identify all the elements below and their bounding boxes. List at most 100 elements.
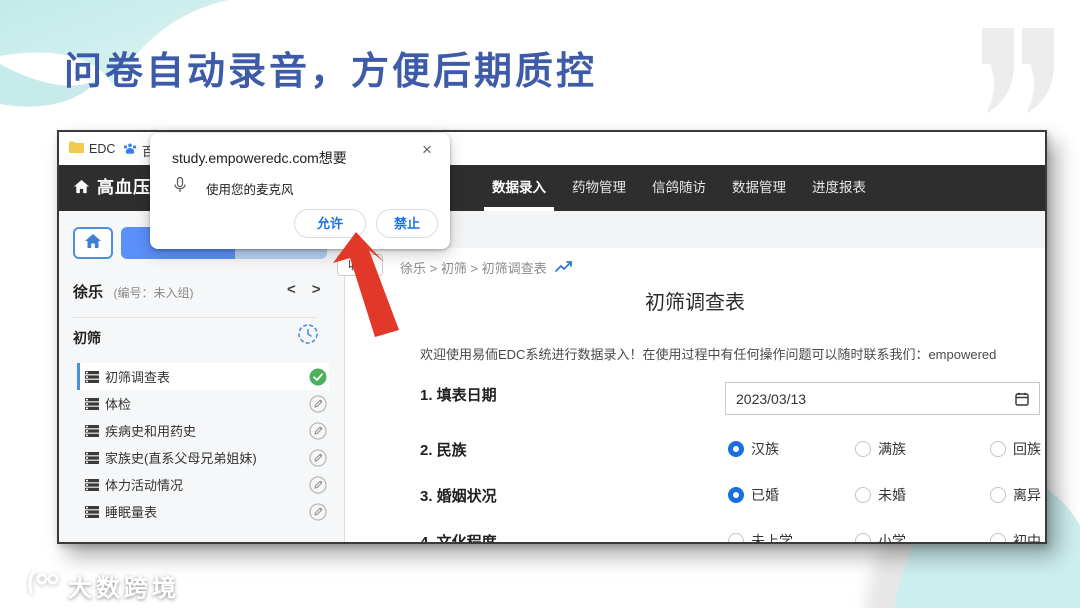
- radio-option-label: 初中: [1013, 533, 1041, 544]
- form-list: 初筛调查表体检疾病史和用药史家族史(直系父母兄弟姐妹) 体力活动情况 睡眠量表: [77, 363, 329, 525]
- form-icon: [85, 370, 99, 383]
- radio-option-label: 已婚: [751, 487, 779, 503]
- radio-option-label: 小学: [878, 533, 906, 544]
- question-row: 3. 婚姻状况 已婚 未婚 离异: [345, 483, 1045, 519]
- question-row: 1. 填表日期 2023/03/13: [345, 382, 1045, 418]
- form-icon: [85, 505, 99, 518]
- nav-item[interactable]: 信鸽随访: [652, 165, 706, 211]
- watermark: 大数跨境: [26, 568, 180, 603]
- radio-selected-icon[interactable]: [728, 441, 744, 457]
- top-nav: 数据录入 药物管理 信鸽随访 数据管理 进度报表: [484, 165, 866, 211]
- edit-pencil-icon: [309, 502, 327, 521]
- quote-icon: [982, 28, 1054, 113]
- mic-permission-dialog: study.empoweredc.com想要 × 使用您的麦克风 允许 禁止: [150, 133, 450, 249]
- sidebar: 徐乐 (编号：未入组) < > 初筛 初筛调查表体检疾病史和用药史家族史(直系父…: [59, 211, 345, 542]
- welcome-text: 欢迎使用易侕EDC系统进行数据录入！在使用过程中有任何操作问题可以随时联系我们：…: [420, 347, 997, 362]
- watermark-text: 大数跨境: [68, 575, 180, 602]
- sidebar-home-button[interactable]: [73, 227, 113, 259]
- form-list-item[interactable]: 睡眠量表: [77, 498, 329, 525]
- close-icon[interactable]: ×: [422, 141, 432, 159]
- radio-option[interactable]: 回族: [990, 439, 1041, 459]
- nav-item[interactable]: 数据录入: [484, 165, 554, 211]
- form-title: 初筛调查表: [645, 292, 745, 314]
- form-icon: [85, 451, 99, 464]
- radio-unselected-icon[interactable]: [990, 533, 1006, 542]
- divider: [73, 317, 317, 318]
- status-complete-icon: [309, 368, 327, 386]
- question-label: 4. 文化程度: [420, 534, 497, 544]
- nav-item[interactable]: 药物管理: [572, 165, 626, 211]
- visit-section-title: 初筛: [73, 330, 101, 346]
- patient-name: 徐乐: [73, 284, 104, 301]
- edit-pencil-icon: [309, 475, 327, 494]
- question-label: 2. 民族: [420, 442, 467, 459]
- next-patient-button[interactable]: >: [312, 281, 321, 298]
- app-body: 徐乐 (编号：未入组) < > 初筛 初筛调查表体检疾病史和用药史家族史(直系父…: [59, 211, 1045, 542]
- paw-icon: [123, 143, 137, 159]
- collapse-sidebar-button[interactable]: 收起: [337, 254, 383, 276]
- history-clock-icon[interactable]: [297, 323, 319, 350]
- radio-selected-icon[interactable]: [728, 487, 744, 503]
- allow-button[interactable]: 允许: [294, 209, 366, 238]
- radio-option[interactable]: 未婚: [855, 485, 906, 505]
- date-value: 2023/03/13: [736, 390, 807, 407]
- patient-pager: < >: [287, 281, 321, 298]
- radio-option[interactable]: 未上学: [728, 531, 793, 544]
- radio-unselected-icon[interactable]: [990, 441, 1006, 457]
- patient-code: (编号：未入组): [113, 286, 194, 300]
- radio-option-label: 未上学: [751, 533, 793, 544]
- radio-option-label: 离异: [1013, 487, 1041, 503]
- form-list-item-label: 疾病史和用药史: [105, 424, 197, 439]
- radio-option-label: 回族: [1013, 441, 1041, 457]
- radio-unselected-icon[interactable]: [728, 533, 744, 542]
- edit-pencil-icon: [309, 394, 327, 413]
- nav-item[interactable]: 数据管理: [732, 165, 786, 211]
- breadcrumb: 徐乐 > 初筛 > 初筛调查表: [400, 258, 573, 277]
- radio-unselected-icon[interactable]: [990, 487, 1006, 503]
- date-input[interactable]: 2023/03/13: [725, 382, 1040, 415]
- page-title: 问卷自动录音，方便后期质控: [64, 51, 598, 93]
- edit-pencil-icon: [309, 421, 327, 440]
- form-list-item[interactable]: 初筛调查表: [77, 363, 329, 390]
- form-list-item[interactable]: 家族史(直系父母兄弟姐妹): [77, 444, 329, 471]
- radio-option-label: 满族: [878, 441, 906, 457]
- radio-option[interactable]: 已婚: [728, 485, 779, 505]
- form-list-item[interactable]: 体力活动情况: [77, 471, 329, 498]
- form-icon: [85, 424, 99, 437]
- permission-text: 使用您的麦克风: [206, 183, 294, 197]
- question-row: 2. 民族 汉族 满族 回族: [345, 437, 1045, 473]
- form-list-item[interactable]: 疾病史和用药史: [77, 417, 329, 444]
- radio-option[interactable]: 小学: [855, 531, 906, 544]
- form-list-item[interactable]: 体检: [77, 390, 329, 417]
- main-content: 收起 徐乐 > 初筛 > 初筛调查表 初筛调查表 欢迎使用易侕EDC系统进行数据…: [337, 248, 1045, 544]
- radio-option[interactable]: 初中: [990, 531, 1041, 544]
- form-icon: [85, 397, 99, 410]
- radio-option-label: 未婚: [878, 487, 906, 503]
- watermark-logo-icon: [26, 570, 60, 601]
- question-row: 4. 文化程度 未上学 小学 初中: [345, 529, 1045, 544]
- radio-option[interactable]: 汉族: [728, 439, 779, 459]
- form-list-item-label: 体力活动情况: [105, 478, 184, 493]
- question-label: 3. 婚姻状况: [420, 488, 497, 505]
- folder-icon: [69, 141, 84, 156]
- form-list-item-label: 体检: [105, 397, 132, 412]
- nav-item[interactable]: 进度报表: [812, 165, 866, 211]
- calendar-icon[interactable]: [1015, 392, 1029, 406]
- house-icon: [84, 233, 102, 254]
- radio-unselected-icon[interactable]: [855, 533, 871, 542]
- radio-unselected-icon[interactable]: [855, 487, 871, 503]
- trend-chart-icon[interactable]: [554, 260, 573, 276]
- patient-row: 徐乐 (编号：未入组): [73, 281, 193, 302]
- deny-button[interactable]: 禁止: [376, 209, 438, 238]
- radio-option[interactable]: 满族: [855, 439, 906, 459]
- bookmark-folder[interactable]: EDC: [69, 141, 115, 156]
- form-list-item-label: 家族史(直系父母兄弟姐妹): [105, 451, 257, 466]
- home-icon[interactable]: [73, 179, 90, 199]
- prev-patient-button[interactable]: <: [287, 281, 296, 298]
- radio-unselected-icon[interactable]: [855, 441, 871, 457]
- form-list-item-label: 睡眠量表: [105, 505, 158, 520]
- slide: 问卷自动录音，方便后期质控 EDC 百 高血压前 数据录入 药物管理 信鸽随访 数据管…: [0, 0, 1080, 608]
- radio-option-label: 汉族: [751, 441, 779, 457]
- microphone-icon: [174, 176, 186, 198]
- radio-option[interactable]: 离异: [990, 485, 1041, 505]
